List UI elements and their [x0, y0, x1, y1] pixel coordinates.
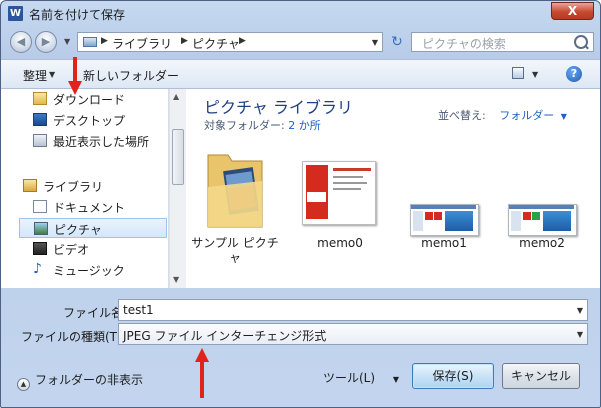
nav-item-documents[interactable]: ドキュメント — [19, 197, 167, 217]
nav-item-label: 最近表示した場所 — [53, 135, 150, 149]
nav-item-libraries[interactable]: ライブラリ — [19, 176, 167, 196]
target-folders-label: 対象フォルダー: — [204, 119, 285, 132]
file-item-memo1[interactable]: memo1 — [394, 138, 494, 288]
navigation-pane: ダウンロード デスクトップ 最近表示した場所 ライブラリ ドキュメント ピクチャ… — [1, 89, 169, 288]
new-folder-button[interactable]: 新しいフォルダー — [83, 67, 179, 84]
nav-item-videos[interactable]: ビデオ — [19, 239, 167, 259]
address-dropdown-icon[interactable]: ▼ — [372, 38, 378, 47]
save-as-dialog: W 名前を付けて保存 X ◀ ▶ ▼ ▶ ライブラリ ▶ ピクチャ ▶ ▼ ↻ … — [0, 0, 601, 408]
organize-menu[interactable]: 整理 — [23, 67, 47, 84]
file-item-label: memo0 — [317, 236, 363, 250]
library-folder-icon — [83, 37, 97, 47]
breadcrumb-pictures[interactable]: ピクチャ — [192, 35, 240, 52]
download-folder-icon — [33, 92, 47, 105]
word-app-icon: W — [8, 6, 23, 21]
scrollbar-thumb[interactable] — [172, 129, 184, 185]
title-bar: W 名前を付けて保存 X — [1, 1, 600, 27]
sort-dropdown[interactable]: フォルダー — [499, 109, 554, 122]
search-input[interactable]: ピクチャの検索 — [411, 32, 594, 52]
breadcrumb-separator-icon[interactable]: ▶ — [101, 36, 108, 46]
refresh-icon[interactable]: ↻ — [387, 32, 407, 52]
sort-label: 並べ替え: — [438, 109, 486, 122]
desktop-icon — [33, 113, 47, 126]
file-item-label: memo2 — [519, 236, 565, 250]
image-thumbnail-icon — [410, 204, 479, 236]
sort-control: 並べ替え: フォルダー ▼ — [438, 107, 567, 123]
collapse-icon: ▲ — [17, 378, 30, 391]
file-item-sample-pictures[interactable]: サンプル ピクチャ — [190, 138, 280, 288]
documents-icon — [33, 200, 47, 213]
tools-menu[interactable]: ツール(L) ▼ — [323, 369, 399, 386]
dialog-title: 名前を付けて保存 — [29, 8, 126, 22]
breadcrumb-separator-icon[interactable]: ▶ — [181, 36, 188, 46]
nav-item-label: ドキュメント — [53, 201, 126, 215]
tools-label: ツール(L) — [323, 371, 376, 385]
command-toolbar: 整理 ▼ 新しいフォルダー ▼ ? — [1, 59, 600, 89]
hide-folders-label: フォルダーの非表示 — [35, 373, 144, 387]
recent-places-icon — [33, 134, 47, 147]
file-item-memo0[interactable]: memo0 — [290, 138, 390, 288]
filetype-value: JPEG ファイル インターチェンジ形式 — [123, 329, 327, 343]
nav-item-label: デスクトップ — [53, 114, 126, 128]
filetype-dropdown-icon[interactable]: ▼ — [577, 330, 583, 339]
search-icon[interactable] — [574, 35, 588, 49]
scroll-up-icon[interactable]: ▲ — [173, 92, 179, 101]
file-item-label: memo1 — [421, 236, 467, 250]
videos-icon — [33, 242, 47, 255]
change-view-icon[interactable] — [512, 67, 524, 79]
image-thumbnail-icon — [302, 161, 376, 225]
filetype-select[interactable]: JPEG ファイル インターチェンジ形式 ▼ — [118, 323, 588, 345]
file-item-memo2[interactable]: memo2 — [492, 138, 592, 288]
target-folders-link[interactable]: 2 か所 — [288, 119, 321, 132]
save-button[interactable]: 保存(S) — [412, 363, 494, 389]
search-placeholder: ピクチャの検索 — [422, 37, 506, 51]
recent-pages-dropdown-icon[interactable]: ▼ — [64, 37, 70, 46]
pictures-icon — [34, 222, 48, 235]
address-bar[interactable]: ▶ ライブラリ ▶ ピクチャ ▶ ▼ — [77, 32, 383, 52]
nav-pane-scrollbar[interactable]: ▲ ▼ — [169, 89, 186, 288]
cancel-button[interactable]: キャンセル — [502, 363, 580, 389]
target-folders: 対象フォルダー: 2 か所 — [204, 117, 321, 133]
breadcrumb-libraries[interactable]: ライブラリ — [112, 35, 172, 52]
music-icon: ♪ — [33, 261, 42, 277]
nav-item-label: ライブラリ — [43, 180, 104, 194]
hide-folders-toggle[interactable]: ▲ フォルダーの非表示 — [17, 371, 143, 391]
filename-dropdown-icon[interactable]: ▼ — [577, 306, 583, 315]
filetype-label: ファイルの種類(T): — [21, 330, 126, 344]
nav-item-desktop[interactable]: デスクトップ — [19, 110, 167, 130]
nav-item-label: ミュージック — [53, 264, 125, 278]
file-item-label: サンプル ピクチャ — [191, 236, 279, 265]
nav-item-label: ピクチャ — [54, 223, 102, 237]
tools-dropdown-icon: ▼ — [392, 375, 400, 384]
filename-field[interactable]: test1 ▼ — [118, 299, 588, 321]
breadcrumb-separator-icon[interactable]: ▶ — [239, 36, 246, 46]
close-button[interactable]: X — [551, 2, 594, 20]
annotation-arrow-up-icon — [195, 348, 209, 398]
back-arrow-icon: ◀ — [16, 35, 26, 48]
nav-item-music[interactable]: ♪ ミュージック — [19, 260, 167, 280]
view-dropdown-icon[interactable]: ▼ — [532, 70, 538, 79]
nav-item-downloads[interactable]: ダウンロード — [19, 89, 167, 109]
organize-dropdown-icon[interactable]: ▼ — [49, 70, 55, 79]
scroll-down-icon[interactable]: ▼ — [173, 275, 179, 284]
folder-icon — [207, 154, 263, 228]
back-button[interactable]: ◀ — [10, 31, 32, 53]
nav-item-recent-places[interactable]: 最近表示した場所 — [19, 131, 167, 151]
sort-dropdown-icon[interactable]: ▼ — [561, 112, 567, 121]
nav-item-label: ダウンロード — [53, 93, 126, 107]
nav-item-pictures[interactable]: ピクチャ — [19, 218, 167, 238]
nav-item-label: ビデオ — [53, 243, 90, 257]
forward-button[interactable]: ▶ — [35, 31, 57, 53]
help-icon[interactable]: ? — [566, 66, 582, 82]
filename-value: test1 — [123, 303, 154, 317]
image-thumbnail-icon — [508, 204, 577, 236]
forward-arrow-icon: ▶ — [41, 35, 51, 48]
annotation-arrow-down-icon — [68, 57, 82, 95]
library-title: ピクチャ ライブラリ — [204, 98, 353, 117]
file-list-pane: ピクチャ ライブラリ 対象フォルダー: 2 か所 並べ替え: フォルダー ▼ サ… — [186, 89, 600, 288]
libraries-icon — [23, 179, 37, 192]
